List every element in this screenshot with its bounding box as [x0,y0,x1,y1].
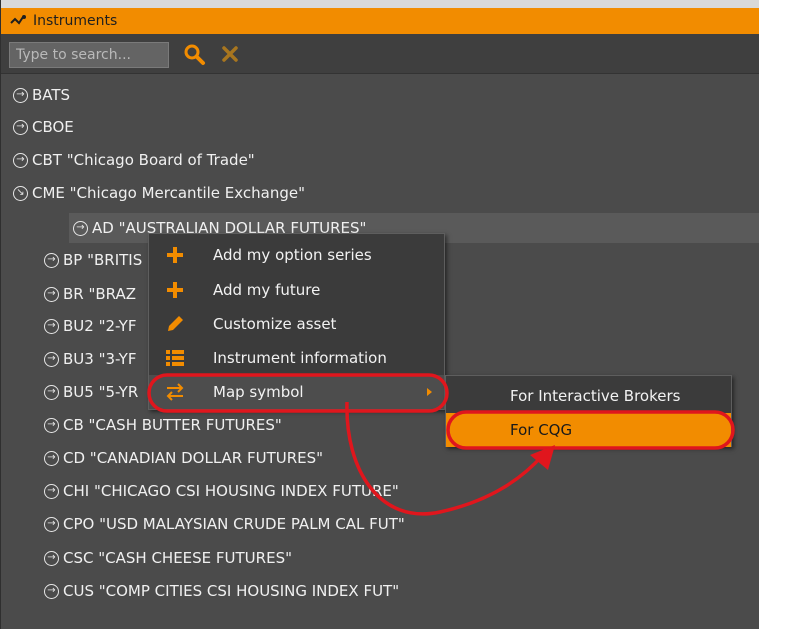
menu-item-label: Customize asset [213,315,337,333]
submenu-item-label: For Interactive Brokers [510,387,681,405]
tree-node-label: CHI "CHICAGO CSI HOUSING INDEX FUTURE" [63,482,399,500]
expand-arrow-icon[interactable]: → [44,417,59,433]
tree-node-label: BR "BRAZ [63,285,137,303]
expand-arrow-icon[interactable]: → [44,516,59,532]
tree-node-label: CBT "Chicago Board of Trade" [32,151,255,169]
search-input[interactable] [9,42,169,68]
expand-arrow-icon[interactable]: → [44,318,59,334]
menu-item-map-symbol[interactable]: Map symbol [149,375,444,409]
submenu-item-interactive-brokers[interactable]: For Interactive Brokers [446,379,731,413]
submenu-arrow-icon [427,388,432,396]
tree-node-label: CD "CANADIAN DOLLAR FUTURES" [63,449,324,467]
expand-arrow-icon[interactable]: → [44,583,59,599]
plus-icon [167,282,183,298]
tree-node-label: CME "Chicago Mercantile Exchange" [32,184,305,202]
menu-item-label: Map symbol [213,383,304,401]
expand-arrow-icon[interactable]: → [44,550,59,566]
tree-node-exchange[interactable]: → CBOE [1,112,759,142]
expand-arrow-icon[interactable]: → [44,384,59,400]
tree-node-label: BU2 "2-YF [63,317,137,335]
tree-node-label: BU3 "3-YF [63,350,137,368]
clear-search-icon[interactable] [219,43,241,65]
menu-item-label: Instrument information [213,349,387,367]
tree-node-instrument[interactable]: → CD "CANADIAN DOLLAR FUTURES" [1,443,759,473]
tree-node-instrument[interactable]: → CPO "USD MALAYSIAN CRUDE PALM CAL FUT" [1,509,759,539]
menu-item-add-option-series[interactable]: Add my option series [149,238,444,272]
expand-arrow-icon[interactable]: → [44,286,59,302]
panel-title-bar: Instruments [1,8,759,34]
expand-arrow-icon[interactable]: → [44,351,59,367]
menu-item-add-future[interactable]: Add my future [149,273,444,307]
search-bar [1,34,759,74]
tree-node-instrument[interactable]: → CSC "CASH CHEESE FUTURES" [1,543,759,573]
menu-item-label: Add my future [213,281,321,299]
expand-arrow-icon[interactable]: → [13,119,28,135]
context-menu: Add my option series Add my future Custo… [148,233,445,410]
plus-icon [167,247,183,263]
pencil-icon [168,316,183,331]
menu-item-instrument-information[interactable]: Instrument information [149,341,444,375]
search-icon[interactable] [182,42,206,66]
map-symbol-submenu: For Interactive Brokers For CQG [445,375,732,447]
tree-node-label: BU5 "5-YR [63,383,139,401]
expand-arrow-icon[interactable]: → [73,220,88,236]
top-strip [1,0,759,8]
submenu-item-label: For CQG [510,421,573,439]
list-icon [166,350,184,366]
panel-title: Instruments [33,13,118,29]
menu-item-customize-asset[interactable]: Customize asset [149,307,444,341]
expand-arrow-icon[interactable]: → [44,450,59,466]
tree-node-exchange[interactable]: → CBT "Chicago Board of Trade" [1,145,759,175]
tree-node-label: BATS [32,86,71,104]
swap-arrows-icon [166,383,184,401]
expand-arrow-icon[interactable]: → [13,87,28,103]
tree-node-label: BP "BRITIS [63,251,143,269]
tree-node-exchange[interactable]: ↘ CME "Chicago Mercantile Exchange" [1,178,759,208]
expand-arrow-icon[interactable]: → [13,152,28,168]
tree-node-label: CPO "USD MALAYSIAN CRUDE PALM CAL FUT" [63,515,405,533]
tree-node-label: CBOE [32,118,74,136]
instruments-icon [10,15,26,25]
submenu-item-cqg[interactable]: For CQG [446,413,731,447]
tree-node-label: CUS "COMP CITIES CSI HOUSING INDEX FUT" [63,582,400,600]
tree-node-instrument[interactable]: → CUS "COMP CITIES CSI HOUSING INDEX FUT… [1,576,759,606]
expand-arrow-icon[interactable]: → [44,252,59,268]
menu-item-label: Add my option series [213,246,372,264]
tree-node-exchange[interactable]: → BATS [1,80,759,110]
tree-node-label: CSC "CASH CHEESE FUTURES" [63,549,292,567]
collapse-arrow-icon[interactable]: ↘ [13,185,28,201]
tree-node-label: CB "CASH BUTTER FUTURES" [63,416,282,434]
expand-arrow-icon[interactable]: → [44,483,59,499]
tree-node-instrument[interactable]: → CHI "CHICAGO CSI HOUSING INDEX FUTURE" [1,476,759,506]
